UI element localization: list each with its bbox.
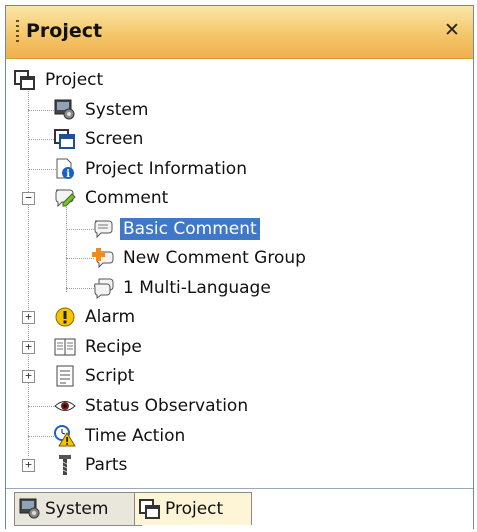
tree-item-alarm[interactable]: Alarm	[54, 303, 138, 331]
tree-item-comment[interactable]: Comment	[54, 184, 171, 212]
tree-item-label: Project	[45, 70, 104, 90]
tree-item-multi-language[interactable]: 1 Multi-Language	[92, 274, 274, 302]
tree-connector	[66, 288, 94, 289]
eye-icon	[54, 395, 76, 417]
script-icon	[54, 365, 76, 387]
close-icon[interactable]: ✕	[444, 19, 460, 41]
pin-icon[interactable]: ᅟ	[416, 19, 433, 45]
system-icon	[19, 498, 41, 520]
svg-text:i: i	[66, 169, 70, 180]
tree-item-label: Project Information	[85, 159, 247, 179]
tree-item-label: New Comment Group	[123, 248, 306, 268]
tree-item-label: Basic Comment	[120, 218, 260, 240]
expand-toggle[interactable]: +	[22, 311, 35, 324]
parts-icon	[54, 454, 76, 476]
tree-item-project-information[interactable]: i Project Information	[54, 155, 250, 183]
alarm-icon	[54, 306, 76, 328]
recipe-icon	[54, 336, 76, 358]
comment-icon	[54, 187, 76, 209]
tree-item-new-comment-group[interactable]: New Comment Group	[92, 244, 309, 272]
project-panel: Project ᅟ ✕ Project System Screen i Proj…	[5, 5, 474, 529]
collapse-toggle[interactable]: −	[22, 192, 35, 205]
tree-item-label: Alarm	[85, 307, 136, 327]
tree-item-label: Comment	[85, 188, 169, 208]
tree-item-script[interactable]: Script	[54, 362, 137, 390]
tree-item-time-action[interactable]: Time Action	[54, 422, 188, 450]
project-icon	[139, 498, 161, 520]
tree-connector	[66, 229, 94, 230]
comment-bubble-icon	[92, 218, 114, 240]
tree-connector	[66, 198, 67, 292]
tree-item-recipe[interactable]: Recipe	[54, 333, 145, 361]
expand-toggle[interactable]: +	[22, 370, 35, 383]
panel-title: Project	[26, 20, 103, 42]
time-action-icon	[54, 425, 76, 447]
tab-label: Project	[165, 499, 224, 519]
project-icon	[14, 69, 36, 91]
tab-project[interactable]: Project	[134, 492, 252, 525]
screen-icon	[54, 128, 76, 150]
tree-item-label: Time Action	[85, 426, 186, 446]
tab-system[interactable]: System	[14, 492, 142, 526]
panel-tab-bar: System Project	[6, 488, 473, 529]
tree-item-project[interactable]: Project	[14, 66, 106, 94]
multi-language-icon	[92, 277, 114, 299]
tree-connector	[66, 258, 94, 259]
tree-item-label: Screen	[85, 129, 144, 149]
tree-item-label: Script	[85, 366, 135, 386]
tree-item-label: Recipe	[85, 337, 142, 357]
add-comment-icon	[92, 247, 114, 269]
drag-grip[interactable]	[16, 20, 19, 42]
tree-item-label: Parts	[85, 455, 128, 475]
panel-titlebar: Project ᅟ ✕	[6, 6, 473, 59]
project-tree: Project System Screen i Project Informat…	[6, 58, 473, 488]
tab-label: System	[45, 499, 109, 519]
info-icon: i	[54, 158, 76, 180]
expand-toggle[interactable]: +	[22, 459, 35, 472]
tree-item-screen[interactable]: Screen	[54, 125, 146, 153]
tree-item-status-observation[interactable]: Status Observation	[54, 392, 251, 420]
expand-toggle[interactable]: +	[22, 341, 35, 354]
tree-item-label: System	[85, 100, 149, 120]
system-icon	[54, 99, 76, 121]
tree-item-basic-comment[interactable]: Basic Comment	[92, 215, 260, 243]
tree-item-parts[interactable]: Parts	[54, 451, 130, 479]
tree-item-label: 1 Multi-Language	[123, 278, 271, 298]
tree-item-label: Status Observation	[85, 396, 249, 416]
tree-item-system[interactable]: System	[54, 96, 151, 124]
